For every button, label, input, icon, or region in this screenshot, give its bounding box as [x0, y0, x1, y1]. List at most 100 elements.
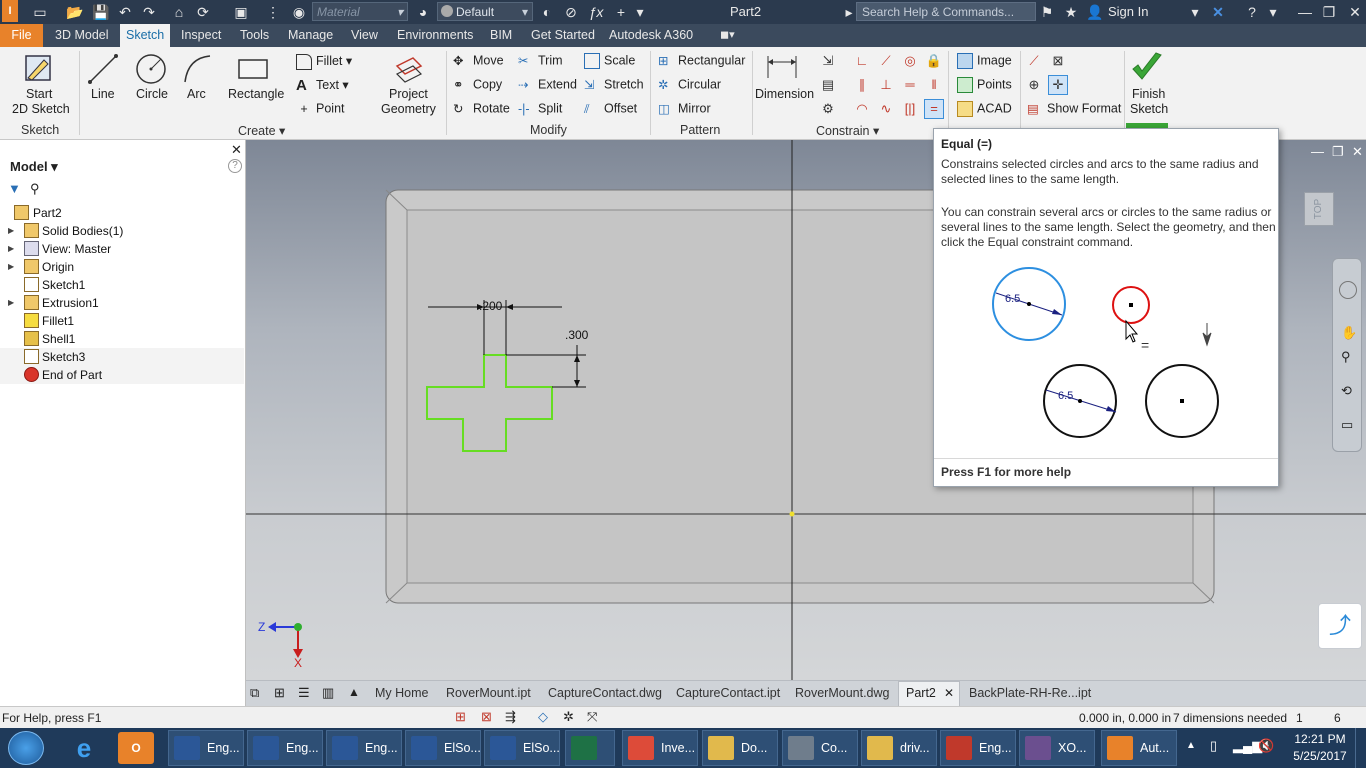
- doc-tab-rovermount-ipt[interactable]: RoverMount.ipt: [446, 686, 531, 700]
- tab-get-started[interactable]: Get Started: [525, 24, 601, 47]
- dimension-vertical-value[interactable]: .300: [565, 328, 588, 342]
- circle-button[interactable]: Circle: [136, 87, 168, 101]
- show-constraints-icon[interactable]: ▤: [818, 75, 838, 95]
- points-button[interactable]: Points: [957, 77, 1012, 93]
- taskbar-app-button[interactable]: Eng...: [940, 730, 1016, 766]
- taskbar-app-button[interactable]: Eng...: [247, 730, 323, 766]
- finish-sketch-label-1[interactable]: Finish: [1132, 87, 1165, 101]
- smooth-icon[interactable]: ∿: [876, 99, 896, 119]
- split-button[interactable]: -|- Split: [518, 101, 562, 117]
- rectangle-tool-icon[interactable]: [236, 52, 270, 86]
- volume-muted-icon[interactable]: 🔇: [1258, 738, 1274, 754]
- perpendicular-icon[interactable]: ⊥: [876, 75, 896, 95]
- text-button[interactable]: A Text ▾: [296, 77, 349, 94]
- chevron-down-icon[interactable]: ▾: [1186, 3, 1204, 21]
- mirror-button[interactable]: ◫ Mirror: [658, 101, 711, 117]
- doc-tab-my-home[interactable]: My Home: [375, 686, 428, 700]
- tree-item-part2[interactable]: Part2: [0, 204, 244, 222]
- favorites-star-icon[interactable]: ★: [1062, 3, 1080, 21]
- battery-icon[interactable]: ▯: [1210, 738, 1217, 754]
- tree-item-solid-bodies[interactable]: ▶ Solid Bodies(1): [0, 222, 244, 240]
- expand-arrow-icon[interactable]: ▶: [8, 222, 14, 240]
- point-button[interactable]: + Point: [296, 101, 344, 117]
- binoculars-icon[interactable]: ⚑: [1038, 3, 1056, 21]
- tab-overflow-icon[interactable]: ◼▾: [714, 24, 741, 47]
- line-tool-icon[interactable]: [86, 52, 120, 86]
- help-icon[interactable]: ?: [1243, 3, 1261, 21]
- taskbar-app-button[interactable]: XO...: [1019, 730, 1095, 766]
- tree-item-view-master[interactable]: ▶ View: Master: [0, 240, 244, 258]
- clock-time[interactable]: 12:21 PM: [1293, 732, 1347, 746]
- show-format-button[interactable]: ▤ Show Format: [1027, 101, 1121, 117]
- rectangle-button[interactable]: Rectangle: [228, 87, 284, 101]
- search-input[interactable]: Search Help & Commands...: [856, 2, 1036, 21]
- color-wheel-icon[interactable]: ◕: [414, 3, 432, 21]
- tree-item-end-of-part[interactable]: End of Part: [0, 366, 244, 384]
- arc-tool-icon[interactable]: [180, 52, 214, 86]
- taskbar-app-button[interactable]: Eng...: [168, 730, 244, 766]
- exchange-apps-icon[interactable]: ✕: [1209, 3, 1227, 21]
- canvas-restore-icon[interactable]: ❐: [1332, 144, 1344, 160]
- taskbar-app-button[interactable]: Do...: [702, 730, 778, 766]
- doc-tab-rovermount-dwg[interactable]: RoverMount.dwg: [795, 686, 890, 700]
- plus-icon[interactable]: +: [612, 3, 630, 21]
- symmetric-icon[interactable]: [|]: [900, 99, 920, 119]
- centerline-icon[interactable]: ⊠: [1048, 51, 1068, 71]
- finish-sketch-label-2[interactable]: Sketch: [1130, 102, 1168, 116]
- project-geometry-icon[interactable]: [391, 52, 425, 86]
- dimension-button[interactable]: Dimension: [755, 87, 814, 101]
- appearance-dropdown[interactable]: Default ▾: [437, 2, 533, 21]
- start-sketch-label-1[interactable]: Start: [26, 87, 52, 101]
- tab-environments[interactable]: Environments: [391, 24, 479, 47]
- scale-button[interactable]: Scale: [584, 53, 635, 69]
- constraint-settings-icon[interactable]: ⚙: [818, 99, 838, 119]
- taskbar-app-button[interactable]: driv...: [861, 730, 937, 766]
- acad-button[interactable]: ACAD: [957, 101, 1012, 117]
- new-file-icon[interactable]: ▭: [31, 3, 49, 21]
- circle-tool-icon[interactable]: [134, 52, 168, 86]
- rectangular-pattern-button[interactable]: ⊞ Rectangular: [658, 53, 745, 69]
- fx-parameters-icon[interactable]: ƒx: [587, 3, 605, 21]
- copy-button[interactable]: ⚭ Copy: [453, 77, 502, 93]
- start-2d-sketch-icon[interactable]: [22, 52, 56, 86]
- pan-icon[interactable]: ✋: [1341, 325, 1357, 341]
- taskbar-app-button[interactable]: Co...: [782, 730, 858, 766]
- tab-sketch[interactable]: Sketch: [120, 24, 171, 47]
- driven-dimension-icon[interactable]: ✛: [1048, 75, 1068, 95]
- dimension-horizontal-value[interactable]: .200: [479, 299, 502, 313]
- tree-item-fillet1[interactable]: Fillet1: [0, 312, 244, 330]
- finish-sketch-checkmark-icon[interactable]: [1130, 51, 1164, 85]
- browser-title-dropdown[interactable]: Model ▾: [10, 159, 58, 175]
- taskbar-app-button[interactable]: Aut...: [1101, 730, 1177, 766]
- inventor-logo-icon[interactable]: I: [2, 0, 18, 22]
- taskbar-app-button[interactable]: [565, 730, 615, 766]
- snap-icon[interactable]: ✲: [563, 709, 574, 725]
- cascade-windows-icon[interactable]: ⧉: [250, 685, 259, 701]
- offset-button[interactable]: ⫽ Offset: [584, 101, 637, 117]
- adjust-icon[interactable]: ◐: [538, 3, 556, 21]
- minimize-icon[interactable]: —: [1296, 3, 1314, 21]
- restore-icon[interactable]: ❐: [1320, 3, 1338, 21]
- taskbar-app-button[interactable]: ElSo...: [405, 730, 481, 766]
- tree-item-shell1[interactable]: Shell1: [0, 330, 244, 348]
- show-desktop-button[interactable]: [1355, 728, 1366, 768]
- tab-bim[interactable]: BIM: [484, 24, 518, 47]
- steering-wheel-icon[interactable]: [1339, 281, 1357, 299]
- image-button[interactable]: Image: [957, 53, 1012, 69]
- close-tab-icon[interactable]: ✕: [944, 686, 954, 700]
- center-point-icon[interactable]: ⊕: [1024, 75, 1044, 95]
- tab-overflow-arrow-icon[interactable]: ▲: [348, 685, 360, 699]
- auto-dimension-icon[interactable]: ⇲: [818, 51, 838, 71]
- sign-in-link[interactable]: Sign In: [1108, 4, 1148, 19]
- fillet-button[interactable]: Fillet ▾: [296, 53, 352, 70]
- rotate-button[interactable]: ↻ Rotate: [453, 101, 510, 117]
- tab-file[interactable]: File: [0, 24, 43, 47]
- measure-icon[interactable]: ⋮: [264, 3, 282, 21]
- expand-arrow-icon[interactable]: ▶: [8, 294, 14, 312]
- fix-lock-icon[interactable]: 🔒: [924, 51, 944, 71]
- viewcube[interactable]: TOP: [1304, 192, 1334, 226]
- taskbar-app-button[interactable]: Eng...: [326, 730, 402, 766]
- close-browser-icon[interactable]: ✕: [231, 142, 242, 158]
- orbit-icon[interactable]: ⟲: [1341, 383, 1352, 399]
- clock-date[interactable]: 5/25/2017: [1287, 749, 1353, 763]
